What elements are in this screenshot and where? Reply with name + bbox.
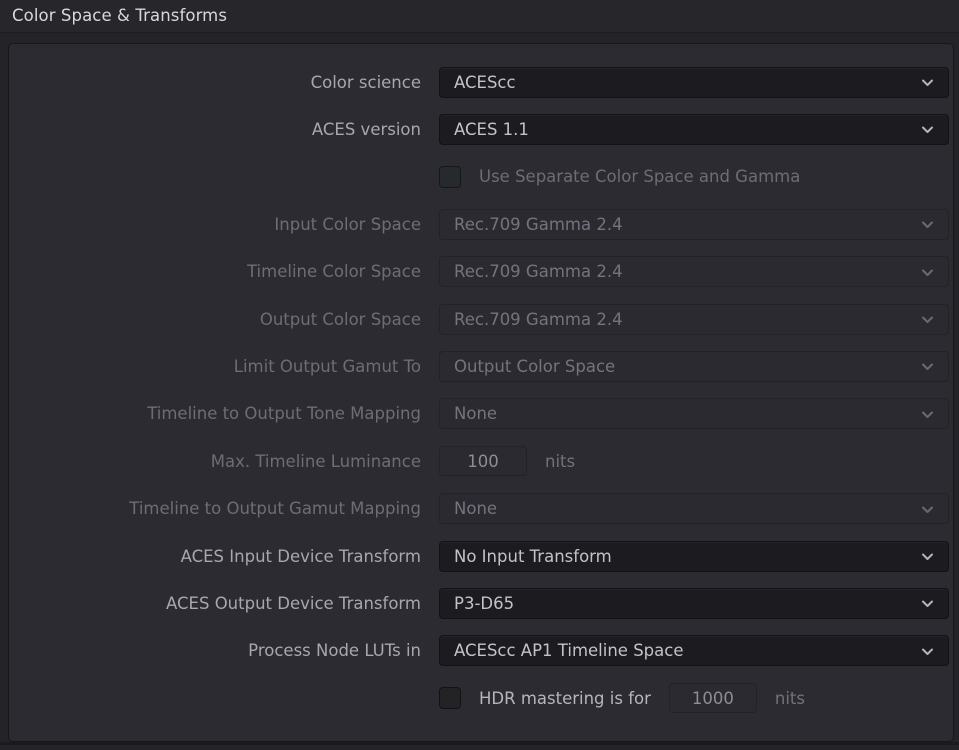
control-input-color-space: Rec.709 Gamma 2.4 bbox=[439, 208, 949, 240]
settings-panel: Color science ACEScc ACES version ACES 1.1 U… bbox=[8, 43, 954, 742]
settings-row-max-timeline-luminance: Max. Timeline Luminance 100 nits bbox=[9, 444, 955, 478]
select-value-limit-output-gamut-to: Output Color Space bbox=[454, 356, 616, 376]
select-value-input-color-space: Rec.709 Gamma 2.4 bbox=[454, 214, 623, 234]
select-aces-version[interactable]: ACES 1.1 bbox=[439, 113, 949, 145]
settings-row-aces-version: ACES version ACES 1.1 bbox=[9, 112, 955, 146]
settings-row-limit-output-gamut-to: Limit Output Gamut To Output Color Space bbox=[9, 349, 955, 383]
control-process-node-luts-in: ACEScc AP1 Timeline Space bbox=[439, 635, 949, 667]
control-aces-input-device-transform: No Input Transform bbox=[439, 540, 949, 572]
number-input-hdr-mastering-is-for[interactable]: 1000 bbox=[668, 683, 757, 714]
control-color-science: ACEScc bbox=[439, 66, 949, 98]
select-limit-output-gamut-to[interactable]: Output Color Space bbox=[439, 350, 949, 382]
select-output-color-space[interactable]: Rec.709 Gamma 2.4 bbox=[439, 303, 949, 335]
label-limit-output-gamut-to: Limit Output Gamut To bbox=[233, 356, 421, 376]
panel-bottom-divider bbox=[0, 742, 959, 745]
select-value-aces-version: ACES 1.1 bbox=[454, 119, 529, 139]
label-timeline-color-space: Timeline Color Space bbox=[246, 262, 421, 282]
unit-label-max-timeline-luminance: nits bbox=[545, 451, 576, 471]
chevron-down-icon bbox=[921, 503, 934, 516]
settings-row-input-color-space: Input Color Space Rec.709 Gamma 2.4 bbox=[9, 207, 955, 241]
checkbox-label-hdr-mastering-is-for: HDR mastering is for bbox=[479, 688, 651, 708]
control-hdr-mastering-is-for: HDR mastering is for 1000 nits bbox=[439, 683, 805, 714]
page-title: Color Space & Transforms bbox=[12, 6, 228, 25]
chevron-down-icon bbox=[921, 360, 934, 373]
control-limit-output-gamut-to: Output Color Space bbox=[439, 350, 949, 382]
select-input-color-space[interactable]: Rec.709 Gamma 2.4 bbox=[439, 208, 949, 240]
settings-row-color-science: Color science ACEScc bbox=[9, 65, 955, 99]
select-process-node-luts-in[interactable]: ACEScc AP1 Timeline Space bbox=[439, 635, 949, 667]
select-value-process-node-luts-in: ACEScc AP1 Timeline Space bbox=[454, 641, 684, 661]
chevron-down-icon bbox=[921, 550, 934, 563]
select-timeline-to-output-tone-mapping[interactable]: None bbox=[439, 398, 949, 430]
control-timeline-to-output-tone-mapping: None bbox=[439, 398, 949, 430]
label-max-timeline-luminance: Max. Timeline Luminance bbox=[210, 451, 421, 471]
control-max-timeline-luminance: 100 nits bbox=[439, 446, 576, 477]
unit-label-hdr-mastering-is-for: nits bbox=[774, 688, 805, 708]
number-input-max-timeline-luminance[interactable]: 100 bbox=[439, 446, 527, 477]
chevron-down-icon bbox=[921, 76, 934, 89]
chevron-down-icon bbox=[921, 123, 934, 136]
label-timeline-to-output-tone-mapping: Timeline to Output Tone Mapping bbox=[147, 404, 421, 424]
settings-row-timeline-color-space: Timeline Color Space Rec.709 Gamma 2.4 bbox=[9, 255, 955, 289]
control-output-color-space: Rec.709 Gamma 2.4 bbox=[439, 303, 949, 335]
settings-row-process-node-luts-in: Process Node LUTs in ACEScc AP1 Timeline … bbox=[9, 634, 955, 668]
control-timeline-to-output-gamut-mapping: None bbox=[439, 493, 949, 525]
checkbox-label-use-separate-color-space-and-gamma: Use Separate Color Space and Gamma bbox=[479, 167, 801, 187]
select-timeline-to-output-gamut-mapping[interactable]: None bbox=[439, 493, 949, 525]
titlebar-divider bbox=[0, 32, 959, 33]
chevron-down-icon bbox=[921, 408, 934, 421]
select-aces-input-device-transform[interactable]: No Input Transform bbox=[439, 540, 949, 572]
settings-row-timeline-to-output-gamut-mapping: Timeline to Output Gamut Mapping None bbox=[9, 492, 955, 526]
chevron-down-icon bbox=[921, 645, 934, 658]
settings-row-output-color-space: Output Color Space Rec.709 Gamma 2.4 bbox=[9, 302, 955, 336]
label-color-science: Color science bbox=[310, 72, 421, 92]
control-use-separate-color-space-and-gamma: Use Separate Color Space and Gamma bbox=[439, 165, 801, 188]
control-timeline-color-space: Rec.709 Gamma 2.4 bbox=[439, 256, 949, 288]
chevron-down-icon bbox=[921, 218, 934, 231]
label-aces-input-device-transform: ACES Input Device Transform bbox=[180, 546, 421, 566]
settings-row-aces-output-device-transform: ACES Output Device Transform P3-D65 bbox=[9, 586, 955, 620]
select-value-aces-input-device-transform: No Input Transform bbox=[454, 546, 612, 566]
select-value-timeline-to-output-gamut-mapping: None bbox=[454, 499, 498, 519]
chevron-down-icon bbox=[921, 597, 934, 610]
settings-row-aces-input-device-transform: ACES Input Device Transform No Input Tran… bbox=[9, 539, 955, 573]
label-output-color-space: Output Color Space bbox=[259, 309, 421, 329]
checkbox-use-separate-color-space-and-gamma[interactable] bbox=[439, 165, 461, 188]
select-value-timeline-to-output-tone-mapping: None bbox=[454, 404, 498, 424]
label-timeline-to-output-gamut-mapping: Timeline to Output Gamut Mapping bbox=[129, 499, 421, 519]
select-timeline-color-space[interactable]: Rec.709 Gamma 2.4 bbox=[439, 256, 949, 288]
label-process-node-luts-in: Process Node LUTs in bbox=[248, 641, 421, 661]
color-space-and-transforms-panel: Color Space & Transforms Color science AC… bbox=[0, 0, 959, 750]
settings-row-use-separate-color-space-and-gamma: Use Separate Color Space and Gamma bbox=[9, 160, 955, 194]
titlebar: Color Space & Transforms bbox=[0, 0, 959, 33]
settings-row-timeline-to-output-tone-mapping: Timeline to Output Tone Mapping None bbox=[9, 397, 955, 431]
settings-row-hdr-mastering-is-for: HDR mastering is for 1000 nits bbox=[9, 681, 955, 715]
label-aces-version: ACES version bbox=[311, 119, 421, 139]
chevron-down-icon bbox=[921, 266, 934, 279]
select-value-output-color-space: Rec.709 Gamma 2.4 bbox=[454, 309, 623, 329]
select-aces-output-device-transform[interactable]: P3-D65 bbox=[439, 587, 949, 619]
select-value-color-science: ACEScc bbox=[454, 72, 516, 92]
label-aces-output-device-transform: ACES Output Device Transform bbox=[166, 593, 421, 613]
select-color-science[interactable]: ACEScc bbox=[439, 66, 949, 98]
label-input-color-space: Input Color Space bbox=[274, 214, 421, 234]
checkbox-hdr-mastering-is-for[interactable] bbox=[439, 687, 461, 710]
control-aces-version: ACES 1.1 bbox=[439, 113, 949, 145]
select-value-aces-output-device-transform: P3-D65 bbox=[454, 593, 515, 613]
chevron-down-icon bbox=[921, 313, 934, 326]
select-value-timeline-color-space: Rec.709 Gamma 2.4 bbox=[454, 262, 623, 282]
control-aces-output-device-transform: P3-D65 bbox=[439, 587, 949, 619]
